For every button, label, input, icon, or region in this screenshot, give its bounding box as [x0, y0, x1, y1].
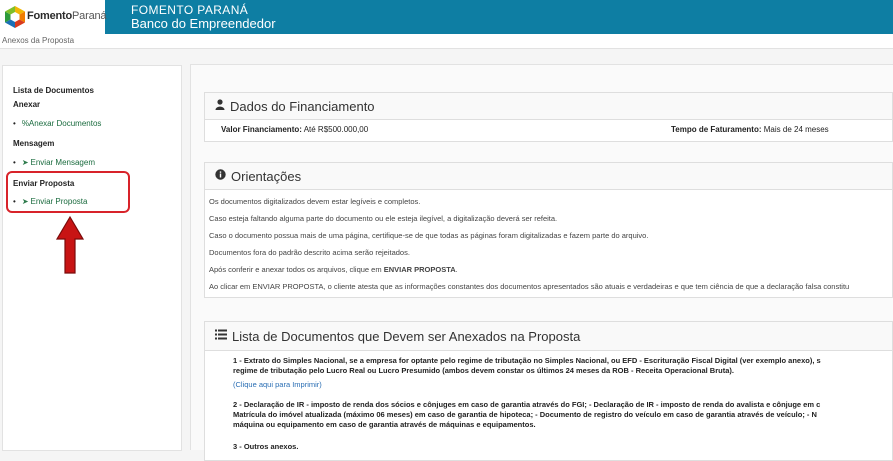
breadcrumb: Anexos da Proposta [2, 36, 75, 45]
orientacao-line-enviar: Após conferir e anexar todos os arquivos… [209, 265, 458, 274]
top-header: FomentoParaná FOMENTO PARANÁ Banco do Em… [0, 0, 893, 34]
sidebar-item-enviar-mensagem[interactable]: • ➤ Enviar Mensagem [13, 158, 95, 167]
info-icon [215, 169, 226, 183]
list-icon [215, 329, 227, 343]
panel-financiamento: Dados do Financiamento Valor Financiamen… [204, 92, 893, 142]
documento-item-2: 2 - Declaração de IR - imposto de renda … [233, 400, 821, 429]
logo-text: FomentoParaná [27, 10, 107, 22]
valor-financiamento: Valor Financiamento: Até R$500.000,00 [221, 125, 369, 134]
fomento-logo-icon [5, 6, 25, 28]
imprimir-link[interactable]: (Clique aqui para Imprimir) [233, 380, 322, 389]
sidebar-title-lista[interactable]: Lista de Documentos [13, 86, 94, 95]
bullet-icon: • [13, 119, 16, 128]
orientacao-line: Caso o documento possua mais de uma pági… [209, 231, 649, 240]
orientacao-line: Os documentos digitalizados devem estar … [209, 197, 421, 206]
tempo-faturamento: Tempo de Faturamento: Mais de 24 meses [671, 125, 829, 134]
panel-title: Lista de Documentos que Devem ser Anexad… [232, 328, 581, 344]
highlight-box [6, 171, 130, 213]
panel-lista-documentos: Lista de Documentos que Devem ser Anexad… [204, 321, 893, 461]
sidebar: Lista de Documentos Anexar • %Anexar Docu… [2, 65, 182, 451]
orientacao-line: Caso esteja faltando alguma parte do doc… [209, 214, 558, 223]
sidebar-item-label: %Anexar Documentos [21, 119, 102, 128]
bullet-icon: • [13, 158, 16, 167]
app-title-line2: Banco do Empreendedor [131, 16, 276, 31]
send-icon: ➤ [21, 158, 29, 167]
orientacao-line: Ao clicar em ENVIAR PROPOSTA, o cliente … [209, 282, 850, 291]
panel-header: Orientações [205, 163, 892, 190]
panel-header: Lista de Documentos que Devem ser Anexad… [205, 322, 892, 351]
panel-orientacoes: Orientações Os documentos digitalizados … [204, 162, 893, 298]
sidebar-title-anexar: Anexar [13, 100, 41, 109]
orientacao-line: Documentos fora do padrão descrito acima… [209, 248, 410, 257]
panel-title: Orientações [231, 168, 302, 184]
sidebar-item-anexar-documentos[interactable]: • %Anexar Documentos [13, 119, 101, 128]
up-arrow-icon [55, 215, 85, 274]
app-title-line1: FOMENTO PARANÁ [131, 3, 249, 17]
user-icon [215, 99, 225, 113]
app-title: FOMENTO PARANÁ Banco do Empreendedor [131, 3, 276, 31]
sidebar-title-mensagem: Mensagem [13, 139, 55, 148]
breadcrumb-bar: Anexos da Proposta [0, 34, 893, 49]
panel-header: Dados do Financiamento [205, 93, 892, 120]
documento-item-1: 1 - Extrato do Simples Nacional, se a em… [233, 356, 821, 375]
sidebar-item-label: Enviar Mensagem [30, 158, 95, 167]
logo[interactable]: FomentoParaná [0, 0, 107, 34]
documento-item-3: 3 - Outros anexos. [233, 442, 299, 451]
panel-title: Dados do Financiamento [230, 98, 375, 114]
